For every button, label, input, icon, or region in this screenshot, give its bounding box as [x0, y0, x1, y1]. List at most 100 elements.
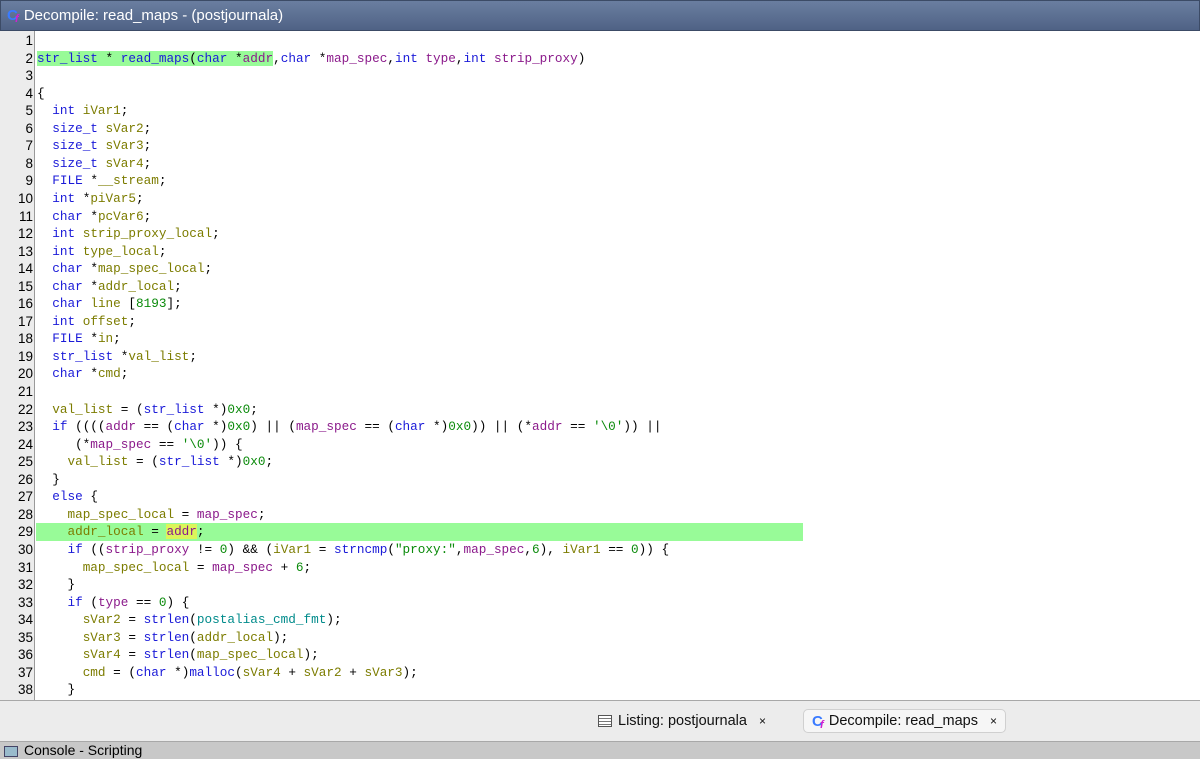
code-token[interactable]: piVar5 [90, 191, 136, 206]
code-token[interactable] [75, 314, 83, 329]
code-token[interactable]: == [151, 437, 181, 452]
code-token[interactable]: = [174, 507, 197, 522]
code-line[interactable]: 6 size_t sVar2; [0, 120, 1200, 138]
code-token[interactable]: = [121, 612, 144, 627]
code-token[interactable]: ; [304, 560, 312, 575]
code-line[interactable]: 4{ [0, 85, 1200, 103]
code-line[interactable]: 22 val_list = (str_list *)0x0; [0, 401, 1200, 419]
code-token[interactable]: char [52, 296, 82, 311]
code-token[interactable]: ; [212, 226, 220, 241]
code-token[interactable]: '\0' [593, 419, 623, 434]
code-token[interactable]: int [52, 191, 75, 206]
code-token[interactable]: * [83, 173, 98, 188]
code-token[interactable]: ; [121, 366, 129, 381]
code-token[interactable]: * [227, 50, 243, 66]
code-token[interactable]: map_spec [90, 437, 151, 452]
code-token[interactable]: "proxy:" [395, 542, 456, 557]
code-token[interactable]: + [342, 665, 365, 680]
code-token[interactable]: pcVar6 [98, 209, 144, 224]
code-token[interactable]: *) [166, 665, 189, 680]
code-token[interactable] [37, 454, 67, 469]
code-token[interactable]: iVar1 [563, 542, 601, 557]
code-token[interactable]: if [67, 595, 82, 610]
code-line[interactable]: 34 sVar2 = strlen(postalias_cmd_fmt); [0, 611, 1200, 629]
code-line[interactable]: 23 if ((((addr == (char *)0x0) || (map_s… [0, 418, 1200, 436]
code-token[interactable] [98, 138, 106, 153]
code-token[interactable]: 0x0 [448, 419, 471, 434]
code-token[interactable]: map_spec [326, 51, 387, 66]
code-token[interactable]: line [90, 296, 120, 311]
code-token[interactable] [37, 402, 52, 417]
code-token[interactable]: (* [37, 437, 90, 452]
code-token[interactable] [37, 595, 67, 610]
code-token[interactable]: addr_local [98, 279, 174, 294]
code-token[interactable]: * [97, 50, 121, 66]
code-line[interactable]: 13 int type_local; [0, 243, 1200, 261]
code-token[interactable] [75, 103, 83, 118]
code-line[interactable]: 15 char *addr_local; [0, 278, 1200, 296]
code-token[interactable] [486, 51, 494, 66]
code-token[interactable]: offset [83, 314, 129, 329]
decompiler-code-view[interactable]: 1 2 str_list * read_maps(char *addr,char *… [0, 31, 1200, 700]
code-token[interactable]: )) || [623, 419, 661, 434]
code-token[interactable]: ; [136, 191, 144, 206]
code-token[interactable] [37, 279, 52, 294]
code-token[interactable] [37, 665, 83, 680]
code-token[interactable] [37, 191, 52, 206]
code-token[interactable]: val_list [67, 454, 128, 469]
code-token[interactable] [37, 507, 67, 522]
code-token[interactable]: == ( [357, 419, 394, 434]
code-token[interactable]: size_t [52, 121, 98, 136]
code-token[interactable] [75, 244, 83, 259]
code-token[interactable]: } [37, 577, 75, 592]
code-token[interactable]: * [83, 366, 98, 381]
code-token[interactable]: + [281, 665, 304, 680]
code-token[interactable]: ) && ( [227, 542, 273, 557]
code-token[interactable]: '\0' [182, 437, 212, 452]
code-token[interactable]: * [83, 209, 98, 224]
code-token[interactable]: } [37, 472, 60, 487]
code-token[interactable] [37, 138, 52, 153]
code-token[interactable]: sVar4 [243, 665, 281, 680]
code-token[interactable] [37, 366, 52, 381]
code-token[interactable]: ; [144, 121, 152, 136]
code-token[interactable]: addr [106, 419, 136, 434]
code-token[interactable]: { [83, 489, 98, 504]
code-token[interactable]: = ( [128, 454, 159, 469]
code-line[interactable]: 1 [0, 32, 1200, 50]
code-token[interactable]: strip_proxy [106, 542, 190, 557]
code-token[interactable]: sVar2 [304, 665, 342, 680]
code-token[interactable]: strlen [144, 647, 190, 662]
code-token[interactable]: 6 [296, 560, 304, 575]
code-token[interactable]: strlen [144, 612, 190, 627]
code-token[interactable]: char [52, 366, 82, 381]
code-token[interactable]: char [196, 50, 228, 66]
code-line[interactable]: 24 (*map_spec == '\0')) { [0, 436, 1200, 454]
code-token[interactable]: else [52, 489, 82, 504]
code-token[interactable]: 6 [532, 542, 540, 557]
code-token[interactable]: ; [205, 261, 213, 276]
code-line[interactable]: 37 cmd = (char *)malloc(sVar4 + sVar2 + … [0, 664, 1200, 682]
code-token[interactable]: = [121, 647, 144, 662]
tab-decompile[interactable]: Cf Decompile: read_maps × [803, 709, 1006, 733]
code-token[interactable]: * [83, 331, 98, 346]
code-token[interactable]: ; [144, 156, 152, 171]
code-token[interactable]: strip_proxy_local [83, 226, 212, 241]
code-token[interactable]: FILE [52, 173, 82, 188]
code-token[interactable]: *) [205, 419, 227, 434]
code-token[interactable]: *) [425, 419, 448, 434]
code-token[interactable]: map_spec_local [67, 507, 174, 522]
code-token[interactable]: char [281, 51, 311, 66]
code-token[interactable]: sVar4 [83, 647, 121, 662]
code-token[interactable]: int [464, 51, 487, 66]
code-token[interactable]: (( [83, 542, 105, 557]
code-token[interactable]: 0x0 [227, 419, 250, 434]
code-token[interactable]: ; [250, 402, 258, 417]
code-token[interactable]: addr [532, 419, 562, 434]
code-token[interactable]: ; [258, 507, 266, 522]
code-token[interactable]: val_list [52, 402, 113, 417]
code-token[interactable] [37, 261, 52, 276]
code-token[interactable]: type_local [83, 244, 159, 259]
code-token[interactable]: = ( [113, 402, 144, 417]
code-token[interactable]: ( [189, 647, 197, 662]
